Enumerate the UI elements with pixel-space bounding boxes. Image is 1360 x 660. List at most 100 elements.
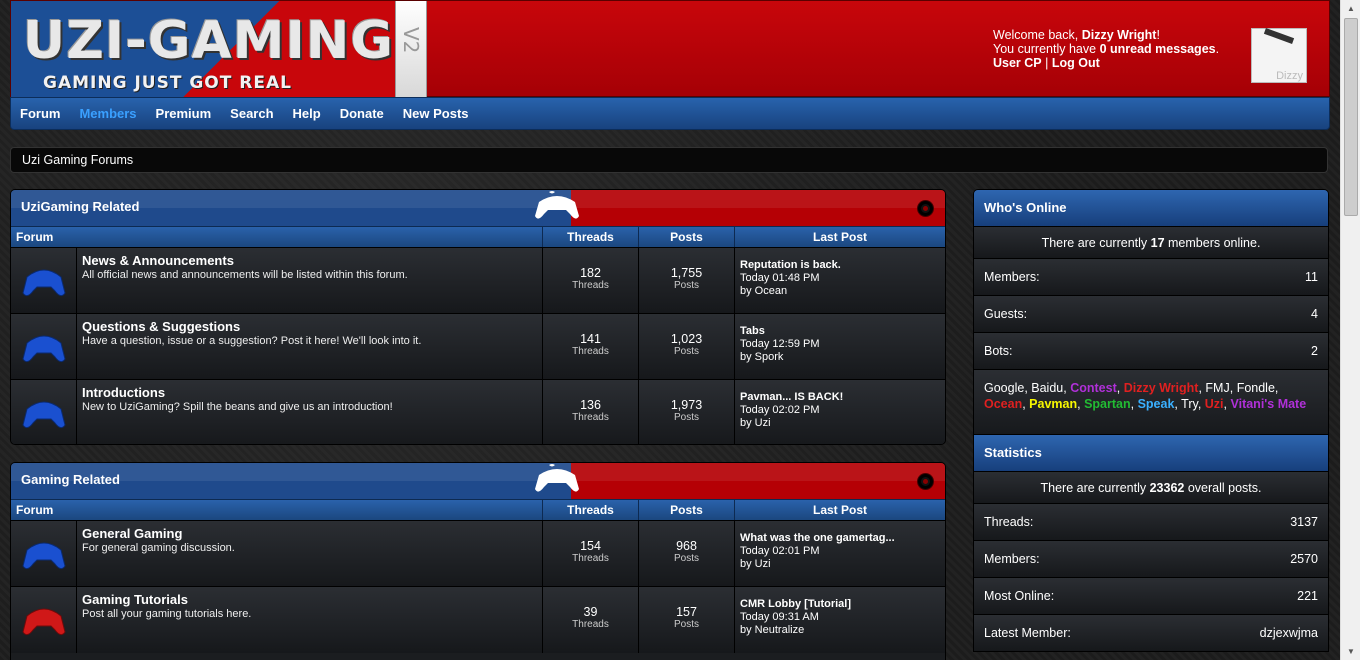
category-title[interactable]: UziGaming Related (21, 199, 139, 214)
logo-version-text: V2 (399, 27, 423, 54)
scroll-up-arrow-icon[interactable]: ▲ (1341, 0, 1360, 17)
collapse-toggle-icon[interactable] (918, 201, 933, 216)
thread-count: 182 Threads (543, 248, 639, 313)
forum-status-icon (11, 521, 77, 586)
logout-link[interactable]: Log Out (1052, 56, 1100, 70)
nav-new-posts[interactable]: New Posts (403, 106, 469, 121)
online-user-link[interactable]: Spartan (1084, 397, 1131, 411)
online-user-link[interactable]: Fondle (1237, 381, 1275, 395)
online-user-link[interactable]: Uzi (1205, 397, 1224, 411)
category-gaming-related: Gaming Related Forum Threads Posts Last … (10, 462, 946, 660)
online-user-list: Google, Baidu, Contest, Dizzy Wright, FM… (974, 369, 1328, 437)
online-user-link[interactable]: FMJ (1205, 381, 1229, 395)
online-user-link[interactable]: Vitani's Mate (1230, 397, 1306, 411)
forum-description: Have a question, issue or a suggestion? … (82, 335, 422, 347)
breadcrumb: Uzi Gaming Forums (10, 147, 1328, 173)
gamepad-icon (21, 542, 66, 569)
avatar[interactable]: Dizzy (1251, 28, 1307, 83)
last-post-title[interactable]: CMR Lobby [Tutorial] (740, 598, 940, 611)
last-post-time: Today 01:48 PM (740, 272, 820, 284)
page-scrollbar[interactable]: ▲ ▼ (1340, 0, 1360, 660)
nav-donate[interactable]: Donate (340, 106, 384, 121)
forum-description: New to UziGaming? Spill the beans and gi… (82, 401, 393, 413)
forum-title[interactable]: Introductions (82, 386, 537, 400)
statistics-title[interactable]: Statistics (974, 435, 1328, 471)
forum-title[interactable]: Gaming Tutorials (82, 593, 537, 607)
thread-count-value: 39 (583, 605, 598, 619)
last-post-author[interactable]: by Spork (740, 351, 940, 364)
category-title[interactable]: Gaming Related (21, 472, 120, 487)
controller-logo-icon (535, 191, 579, 219)
last-post-title[interactable]: Reputation is back. (740, 259, 940, 272)
post-count-value: 157 (676, 605, 697, 619)
unread-messages-link[interactable]: 0 unread messages (1100, 42, 1216, 56)
online-user-link[interactable]: Baidu (1031, 381, 1063, 395)
forum-status-icon (11, 587, 77, 653)
last-post-author[interactable]: by Ocean (740, 285, 940, 298)
online-user-link[interactable]: Google (984, 381, 1024, 395)
whos-online-title[interactable]: Who's Online (974, 190, 1328, 226)
thread-count-label: Threads (572, 412, 609, 423)
welcome-username[interactable]: Dizzy Wright (1082, 28, 1157, 42)
stat-label: Most Online: (984, 589, 1055, 603)
thread-count: 39 Threads (543, 587, 639, 653)
site-logo[interactable]: UZI-GAMING GAMING JUST GOT REAL (11, 1, 403, 97)
last-post-author[interactable]: by Neutralize (740, 624, 940, 637)
stat-value: 4 (1311, 307, 1318, 321)
nav-forum[interactable]: Forum (20, 106, 60, 121)
last-post: Reputation is back. Today 01:48 PM by Oc… (735, 248, 945, 313)
forum-status-icon (11, 314, 77, 379)
last-post-title[interactable]: Tabs (740, 325, 940, 338)
avatar-decoration (1263, 28, 1295, 44)
forum-row: General Gaming For general gaming discus… (11, 521, 945, 587)
last-post: Tabs Today 12:59 PM by Spork (735, 314, 945, 379)
latest-member-link[interactable]: dzjexwjma (1260, 626, 1318, 640)
forum-description: All official news and announcements will… (82, 269, 408, 281)
statistics-panel: Statistics There are currently 23362 ove… (973, 434, 1329, 652)
stat-label: Guests: (984, 307, 1028, 321)
collapse-toggle-icon[interactable] (918, 474, 933, 489)
nav-members[interactable]: Members (79, 106, 136, 121)
gamepad-icon (21, 335, 66, 362)
forum-status-icon (11, 380, 77, 444)
online-user-link[interactable]: Speak (1138, 397, 1175, 411)
last-post-title[interactable]: Pavman... IS BACK! (740, 391, 940, 404)
stat-members-row: Members: 2570 (974, 540, 1328, 577)
last-post-time: Today 09:31 AM (740, 611, 819, 623)
last-post-time: Today 02:01 PM (740, 545, 820, 557)
online-user-link[interactable]: Try (1181, 397, 1198, 411)
stat-threads-row: Threads: 3137 (974, 503, 1328, 540)
forum-title[interactable]: General Gaming (82, 527, 537, 541)
forum-title[interactable]: Questions & Suggestions (82, 320, 537, 334)
online-user-link[interactable]: Contest (1070, 381, 1117, 395)
post-count-value: 1,755 (670, 266, 703, 280)
stats-summary-prefix: There are currently (1040, 480, 1150, 495)
category-uzigaming-related: UziGaming Related Forum Threads Posts La… (10, 189, 946, 445)
breadcrumb-home[interactable]: Uzi Gaming Forums (22, 153, 133, 167)
online-summary: There are currently 17 members online. (974, 226, 1328, 258)
usercp-link[interactable]: User CP (993, 56, 1042, 70)
stat-value: 3137 (1290, 515, 1318, 529)
thread-count-label: Threads (572, 280, 609, 291)
forum-description: For general gaming discussion. (82, 542, 235, 554)
last-post-author[interactable]: by Uzi (740, 558, 940, 571)
online-user-link[interactable]: Dizzy Wright (1124, 381, 1199, 395)
nav-help[interactable]: Help (293, 106, 321, 121)
nav-premium[interactable]: Premium (156, 106, 212, 121)
post-count: 1,973 Posts (639, 380, 735, 444)
online-user-link[interactable]: Ocean (984, 397, 1022, 411)
controller-logo-icon (535, 464, 579, 492)
stat-label: Members: (984, 552, 1040, 566)
nav-search[interactable]: Search (230, 106, 273, 121)
forum-status-icon (11, 248, 77, 313)
scroll-thumb[interactable] (1344, 18, 1358, 216)
last-post-author[interactable]: by Uzi (740, 417, 940, 430)
scroll-down-arrow-icon[interactable]: ▼ (1341, 643, 1360, 660)
user-list-separator: , (1197, 397, 1205, 411)
forum-title[interactable]: News & Announcements (82, 254, 537, 268)
last-post-title[interactable]: What was the one gamertag... (740, 532, 940, 545)
stat-label: Latest Member: (984, 626, 1071, 640)
online-guests-row: Guests: 4 (974, 295, 1328, 332)
online-user-link[interactable]: Pavman (1029, 397, 1077, 411)
post-count-label: Posts (673, 553, 699, 564)
